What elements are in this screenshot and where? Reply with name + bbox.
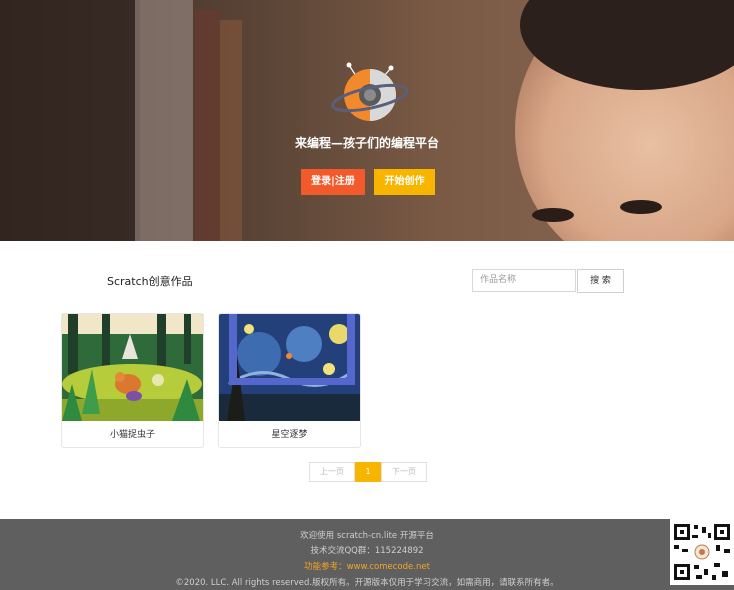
project-thumbnail[interactable] [62,314,203,421]
bookshelf-book [135,0,193,241]
footer: 欢迎使用 scratch-cn.lite 开源平台 技术交流QQ群：115224… [0,519,734,590]
login-register-button[interactable]: 登录|注册 [301,169,365,195]
project-title[interactable]: 小猫捉虫子 [62,422,203,447]
search-button[interactable]: 搜 索 [577,269,624,293]
planet-logo-icon [331,62,409,121]
hero-child-eye [620,200,662,214]
hero-child-eye [532,208,574,222]
project-card[interactable]: 星空逐梦 [218,313,361,448]
footer-copyright-text: ©2020. LLC. All rights reserved.版权所有。开源版… [175,578,559,588]
section-title: Scratch创意作品 [107,275,193,288]
footer-welcome-text: 欢迎使用 scratch-cn.lite 开源平台 [300,531,434,541]
bookshelf-book [220,20,242,241]
qr-code-icon [670,519,734,585]
footer-qq-group-text: 技术交流QQ群：115224892 [310,546,424,556]
footer-reference-link[interactable]: 功能参考：www.comecode.net [0,560,734,572]
pagination-prev-button[interactable]: 上一页 [309,462,355,482]
hero-title: 来编程—孩子们的编程平台 [294,136,439,150]
pagination-page-button[interactable]: 1 [355,462,381,482]
bookshelf-book [195,10,220,241]
start-create-button[interactable]: 开始创作 [374,169,435,195]
search-input[interactable]: 作品名称 [472,269,576,292]
pagination-next-button[interactable]: 下一页 [381,462,427,482]
project-title[interactable]: 星空逐梦 [219,422,360,447]
hero-banner: 来编程—孩子们的编程平台 登录|注册 开始创作 [0,0,734,241]
project-thumbnail[interactable] [219,314,360,421]
bookshelf-shadow [0,0,140,241]
project-card[interactable]: 小猫捉虫子 [61,313,204,448]
